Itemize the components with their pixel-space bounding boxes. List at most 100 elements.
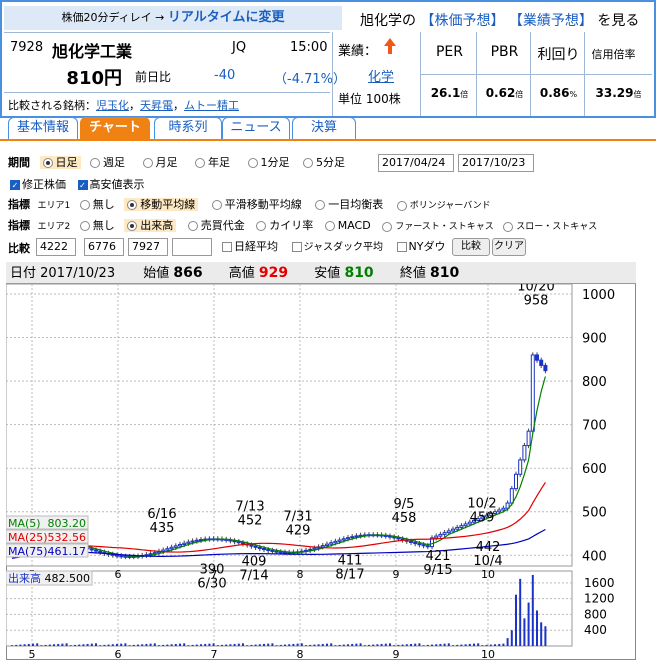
candle-body xyxy=(501,507,506,511)
price-tick-label: 500 xyxy=(582,506,607,521)
x-tick-label: 6 xyxy=(115,648,122,660)
earnings-link[interactable]: 【業績予想】 xyxy=(509,13,593,29)
tab-basic-info[interactable]: 基本情報 xyxy=(8,117,78,139)
volume-bar xyxy=(355,643,358,646)
volume-bar xyxy=(313,644,316,646)
candle-body xyxy=(543,364,548,372)
volume-bar xyxy=(473,643,475,646)
compare-code-input[interactable]: 6776 xyxy=(84,238,124,256)
volume-bar xyxy=(506,638,509,646)
candle-body xyxy=(337,539,342,542)
period-5min[interactable]: 5分足 xyxy=(303,156,345,169)
ohlc-bar: 日付 2017/10/23 始値 866 高値 929 安値 810 終値 81… xyxy=(6,262,636,284)
volume-bar xyxy=(523,618,526,646)
ind1-smoothed-ma[interactable]: 平滑移動平均線 xyxy=(211,198,302,211)
candle-body xyxy=(278,551,283,554)
volume-bar xyxy=(141,644,144,646)
volume-bar xyxy=(401,644,404,646)
tab-earnings[interactable]: 決算 xyxy=(292,117,356,139)
jasdaq-checkbox[interactable]: ジャスダック平均 xyxy=(291,242,383,253)
ind2-slow-stoch[interactable]: スロー・ストキャス xyxy=(503,221,597,232)
compare-button[interactable]: 比較 xyxy=(452,238,490,256)
tab-chart[interactable]: チャート xyxy=(80,117,150,139)
compare-link[interactable]: 天昇電 xyxy=(140,99,173,112)
nydow-checkbox[interactable]: NYダウ xyxy=(396,240,445,253)
compare-code-input[interactable]: 7927 xyxy=(128,238,168,256)
annotation-value: 958 xyxy=(524,293,549,308)
candle-body xyxy=(522,445,527,461)
candle-body xyxy=(463,523,468,527)
volume-bar xyxy=(536,610,538,646)
volume-bar xyxy=(305,645,307,646)
forecast-link[interactable]: 【株価予想】 xyxy=(420,13,504,29)
compare-link[interactable]: 児玉化 xyxy=(96,99,129,112)
adjusted-price-checkbox[interactable]: ✓ 修正株価 xyxy=(10,178,66,191)
price-change: -40 xyxy=(214,68,236,83)
ind2-deviation[interactable]: カイリ率 xyxy=(256,219,313,232)
realtime-link[interactable]: リアルタイムに変更 xyxy=(168,10,285,25)
ind2-macd[interactable]: MACD xyxy=(324,219,371,232)
date-from-input[interactable]: 2017/04/24 xyxy=(378,154,454,172)
volume-bar xyxy=(111,644,114,646)
ind1-bollinger[interactable]: ボリンジャーバンド xyxy=(396,200,491,211)
compare-link[interactable]: ムトー精工 xyxy=(184,99,239,112)
ind2-none[interactable]: 無し xyxy=(79,219,115,232)
period-monthly[interactable]: 月足 xyxy=(142,156,178,169)
ind1-ichimoku[interactable]: 一目均衡表 xyxy=(315,198,383,211)
volume-bar xyxy=(32,643,34,646)
volume-bar xyxy=(431,644,433,646)
candle-body xyxy=(396,537,401,540)
kpi-label-margin: 信用倍率 xyxy=(591,48,636,61)
annotation-date: 9/15 xyxy=(423,563,452,578)
brand-links: 旭化学の 【株価予想】 【業績予想】 を見る xyxy=(360,10,639,30)
volume-bar xyxy=(321,643,324,646)
volume-bar xyxy=(95,643,97,646)
ind1-none[interactable]: 無し xyxy=(79,198,115,211)
ma-legend-value: 532.56 xyxy=(48,531,87,544)
kpi-value-margin: 33.29倍 xyxy=(595,86,642,100)
compare-code-input[interactable] xyxy=(172,238,212,256)
up-arrow-icon xyxy=(384,38,396,54)
tab-timeseries[interactable]: 時系列 xyxy=(154,117,222,139)
candle-body xyxy=(425,545,430,548)
clear-button[interactable]: クリア xyxy=(492,238,526,256)
period-1min[interactable]: 1分足 xyxy=(247,156,290,169)
candle-body xyxy=(413,541,418,545)
indicator-label: 指標 xyxy=(8,219,30,232)
candle-body xyxy=(123,555,128,558)
candle-body xyxy=(514,473,518,490)
annotation-value: 429 xyxy=(286,524,311,539)
candle-body xyxy=(152,552,157,555)
period-daily[interactable]: 日足 xyxy=(39,156,81,169)
candle-body xyxy=(270,549,275,552)
nikkei-checkbox[interactable]: 日経平均 xyxy=(222,240,278,253)
period-yearly[interactable]: 年足 xyxy=(195,156,230,169)
volume-bar xyxy=(468,643,471,646)
annotation-value: 411 xyxy=(338,554,363,569)
period-weekly[interactable]: 週足 xyxy=(90,156,125,169)
volume-bar xyxy=(359,643,362,646)
ind2-turnover[interactable]: 売買代金 xyxy=(187,219,245,232)
candle-body xyxy=(438,533,443,537)
ma-legend-value: 803.20 xyxy=(48,517,87,530)
industry-link[interactable]: 化学 xyxy=(368,66,394,85)
x-tick-label: 10 xyxy=(481,568,495,581)
ind1-ma[interactable]: 移動平均線 xyxy=(124,198,199,211)
volume-bar xyxy=(338,644,341,646)
volume-bar xyxy=(36,643,39,646)
volume-bar xyxy=(48,644,51,646)
compare-code-input[interactable]: 4222 xyxy=(36,238,76,256)
volume-legend-value: 482.500 xyxy=(45,572,91,585)
kpi-label-pbr: PBR xyxy=(490,44,519,60)
ind2-fast-stoch[interactable]: ファースト・ストキャス xyxy=(382,221,494,232)
candle-body xyxy=(526,430,531,447)
price-tick-label: 700 xyxy=(582,419,607,434)
ind2-volume[interactable]: 出来高 xyxy=(124,219,177,232)
date-label: 日付 xyxy=(10,266,37,281)
volume-tick-label: 400 xyxy=(584,623,607,637)
high-low-checkbox[interactable]: ✓ 高安値表示 xyxy=(77,178,145,191)
tab-news[interactable]: ニュース xyxy=(222,117,290,139)
date-to-input[interactable]: 2017/10/23 xyxy=(458,154,534,172)
indicator-label: 指標 xyxy=(8,198,30,211)
volume-bar xyxy=(191,644,194,646)
